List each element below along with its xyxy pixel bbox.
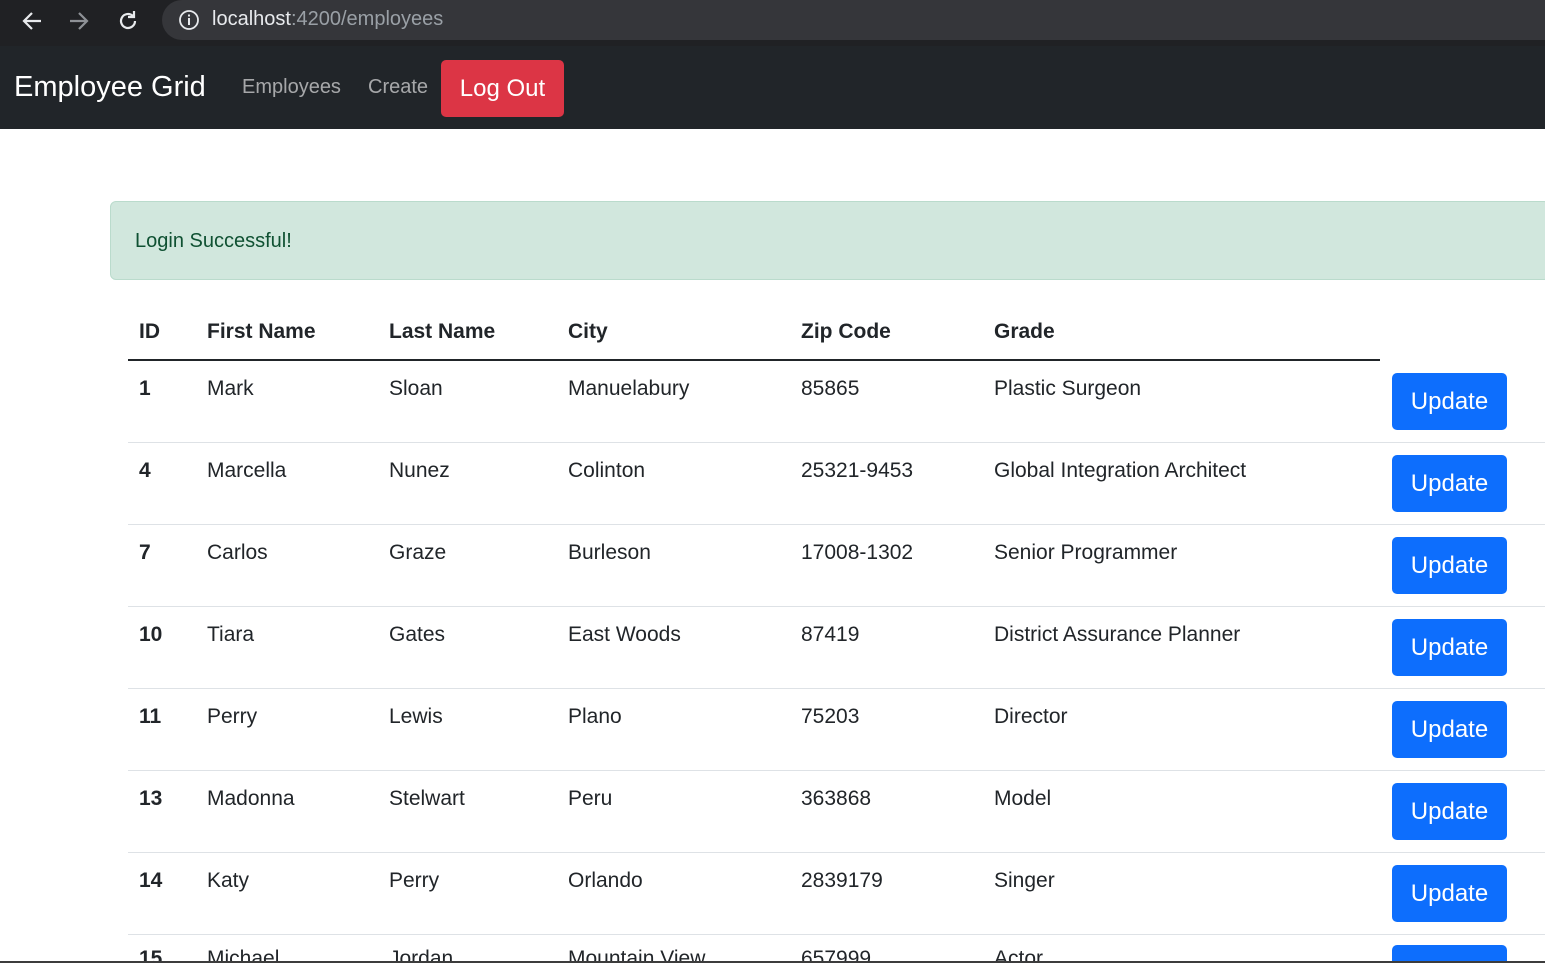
cell-zip-code: 2839179: [801, 869, 883, 892]
column-header-grade: Grade: [994, 320, 1055, 343]
table-row: 4 Marcella Nunez Colinton 25321-9453 Glo…: [0, 443, 1545, 525]
cell-grade: Model: [994, 787, 1052, 810]
update-button[interactable]: Update: [1392, 373, 1507, 430]
cell-city: Mountain View: [568, 947, 706, 961]
cell-first-name: Katy: [207, 869, 250, 892]
cell-grade: Plastic Surgeon: [994, 377, 1142, 400]
success-alert: Login Successful!: [110, 201, 1545, 280]
cell-grade: Senior Programmer: [994, 541, 1178, 564]
cell-zip-code: 657999: [801, 947, 872, 961]
cell-grade: District Assurance Planner: [994, 623, 1241, 646]
cell-city: Manuelabury: [568, 377, 690, 400]
alert-message: Login Successful!: [135, 230, 292, 252]
app-navbar: Employee Grid Employees Create Log Out: [0, 46, 1545, 129]
cell-id: 4: [139, 459, 151, 482]
table-row: 13 Madonna Stelwart Peru 363868 Model Up…: [0, 771, 1545, 853]
cell-id: 7: [139, 541, 151, 564]
cell-grade: Global Integration Architect: [994, 459, 1247, 482]
cell-first-name: Tiara: [207, 623, 255, 646]
cell-last-name: Sloan: [389, 377, 443, 400]
update-button[interactable]: Update: [1392, 537, 1507, 594]
cell-first-name: Madonna: [207, 787, 295, 810]
cell-grade: Director: [994, 705, 1068, 728]
cell-city: Colinton: [568, 459, 646, 482]
cell-id: 11: [139, 705, 162, 728]
update-button[interactable]: Update: [1392, 619, 1507, 676]
column-header-first-name: First Name: [207, 320, 316, 343]
cell-id: 14: [139, 869, 163, 892]
table-row: 11 Perry Lewis Plano 75203 Director Upda…: [0, 689, 1545, 771]
cell-zip-code: 25321-9453: [801, 459, 914, 482]
cell-last-name: Stelwart: [389, 787, 465, 810]
cell-last-name: Gates: [389, 623, 446, 646]
cell-last-name: Jordan: [389, 947, 454, 961]
cell-city: Burleson: [568, 541, 651, 564]
update-button[interactable]: Update: [1392, 865, 1507, 922]
table-row: 10 Tiara Gates East Woods 87419 District…: [0, 607, 1545, 689]
update-button[interactable]: Update: [1392, 455, 1507, 512]
navbar-brand[interactable]: Employee Grid: [14, 71, 206, 104]
nav-link-create[interactable]: Create: [368, 76, 428, 99]
address-bar[interactable]: localhost:4200/employees: [162, 0, 1545, 40]
info-icon[interactable]: [178, 9, 200, 36]
table-row: 1 Mark Sloan Manuelabury 85865 Plastic S…: [0, 361, 1545, 443]
url-host: localhost: [212, 8, 291, 30]
update-button[interactable]: Update: [1392, 701, 1507, 758]
cell-first-name: Mark: [207, 377, 254, 400]
cell-city: Plano: [568, 705, 622, 728]
url-text: localhost:4200/employees: [212, 8, 443, 31]
cell-zip-code: 17008-1302: [801, 541, 914, 564]
table-row: 14 Katy Perry Orlando 2839179 Singer Upd…: [0, 853, 1545, 935]
column-header-zip-code: Zip Code: [801, 320, 891, 343]
cell-city: Peru: [568, 787, 613, 810]
update-button[interactable]: Update: [1392, 945, 1507, 961]
reload-icon[interactable]: [113, 6, 143, 36]
cell-first-name: Marcella: [207, 459, 287, 482]
back-arrow-icon[interactable]: [17, 6, 47, 36]
cell-last-name: Lewis: [389, 705, 443, 728]
cell-grade: Singer: [994, 869, 1055, 892]
cell-grade: Actor: [994, 947, 1044, 961]
table-row: 7 Carlos Graze Burleson 17008-1302 Senio…: [0, 525, 1545, 607]
nav-link-employees[interactable]: Employees: [242, 76, 341, 99]
browser-toolbar: localhost:4200/employees: [0, 0, 1545, 46]
url-path: :4200/employees: [290, 8, 444, 30]
cell-last-name: Graze: [389, 541, 447, 564]
cell-first-name: Michael: [207, 947, 280, 961]
cell-zip-code: 87419: [801, 623, 860, 646]
forward-arrow-icon[interactable]: [64, 6, 94, 36]
cell-zip-code: 363868: [801, 787, 872, 810]
cell-first-name: Perry: [207, 705, 258, 728]
cell-id: 1: [139, 377, 151, 400]
cell-last-name: Perry: [389, 869, 440, 892]
column-header-id: ID: [139, 320, 160, 343]
cell-id: 10: [139, 623, 163, 646]
logout-button[interactable]: Log Out: [441, 60, 564, 117]
cell-city: Orlando: [568, 869, 643, 892]
table-row: 15 Michael Jordan Mountain View 657999 A…: [0, 935, 1545, 961]
column-header-last-name: Last Name: [389, 320, 496, 343]
cell-last-name: Nunez: [389, 459, 450, 482]
cell-city: East Woods: [568, 623, 681, 646]
cell-zip-code: 75203: [801, 705, 860, 728]
update-button[interactable]: Update: [1392, 783, 1507, 840]
cell-id: 15: [139, 947, 163, 961]
cell-first-name: Carlos: [207, 541, 268, 564]
cell-zip-code: 85865: [801, 377, 860, 400]
cell-id: 13: [139, 787, 163, 810]
column-header-city: City: [568, 320, 608, 343]
